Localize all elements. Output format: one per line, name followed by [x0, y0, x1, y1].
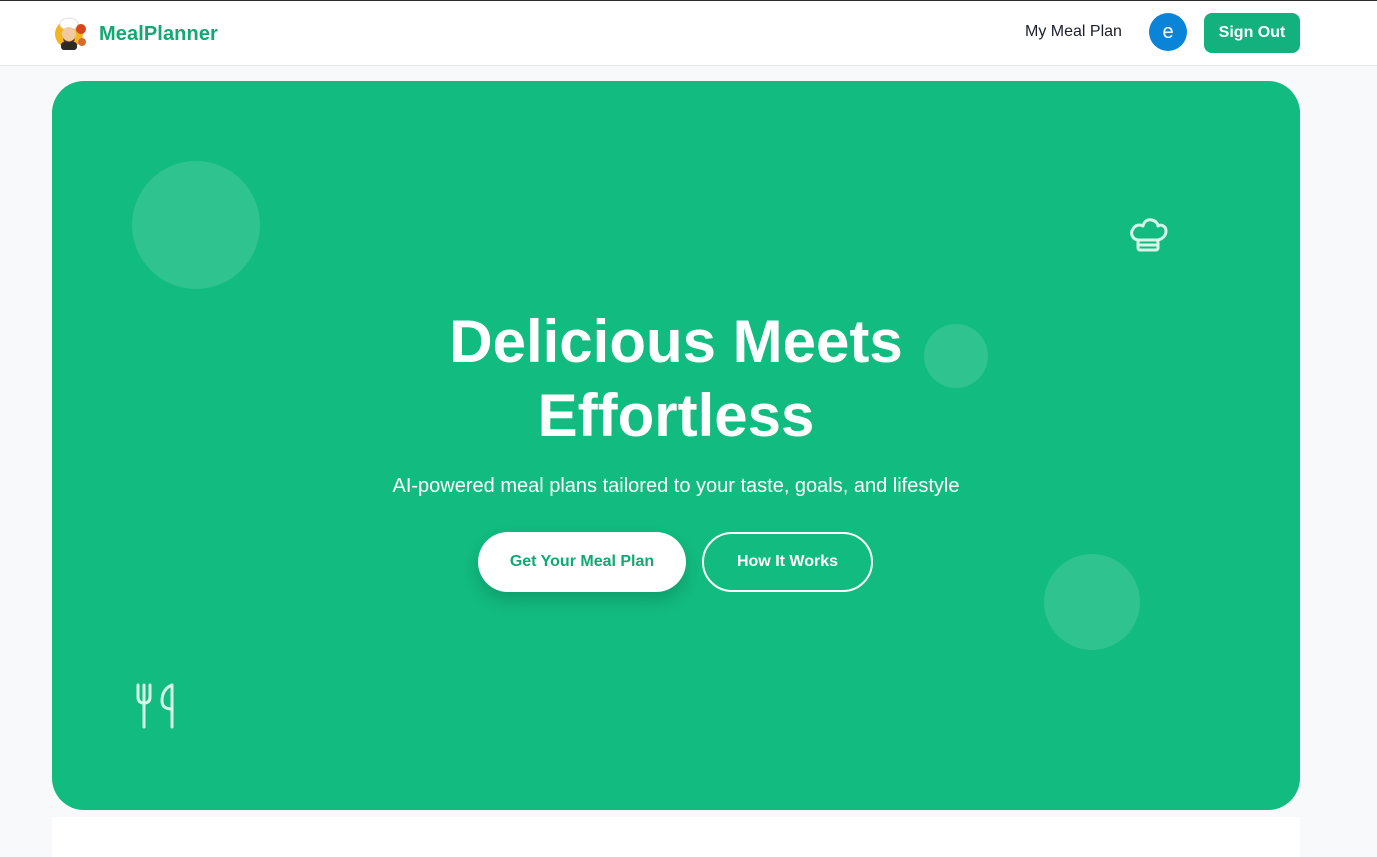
decorative-circle-large: [132, 161, 260, 289]
hero-title-line-1: Delicious Meets: [449, 308, 903, 375]
hero-banner: Delicious Meets Effortless AI-powered me…: [52, 81, 1300, 810]
nav-link-my-meal-plan[interactable]: My Meal Plan: [1025, 23, 1122, 41]
brand-name: MealPlanner: [99, 22, 218, 45]
navbar: MealPlanner My Meal Plan e Sign Out: [0, 1, 1377, 66]
sign-out-button[interactable]: Sign Out: [1204, 13, 1300, 53]
brand[interactable]: MealPlanner: [52, 15, 218, 53]
avatar-initial: e: [1162, 20, 1174, 43]
utensils-icon: [136, 683, 174, 729]
get-meal-plan-button[interactable]: Get Your Meal Plan: [478, 532, 686, 592]
chef-mascot-logo-icon: [55, 17, 86, 50]
hero-title: Delicious Meets Effortless: [52, 305, 1300, 453]
how-it-works-button[interactable]: How It Works: [702, 532, 873, 592]
content-panel-below-hero: [52, 817, 1300, 857]
decorative-circle-medium: [1044, 554, 1140, 650]
user-avatar[interactable]: e: [1149, 13, 1187, 51]
hero-title-line-2: Effortless: [537, 382, 815, 449]
hero-subtitle: AI-powered meal plans tailored to your t…: [392, 475, 960, 497]
chef-hat-icon: [1130, 218, 1168, 252]
